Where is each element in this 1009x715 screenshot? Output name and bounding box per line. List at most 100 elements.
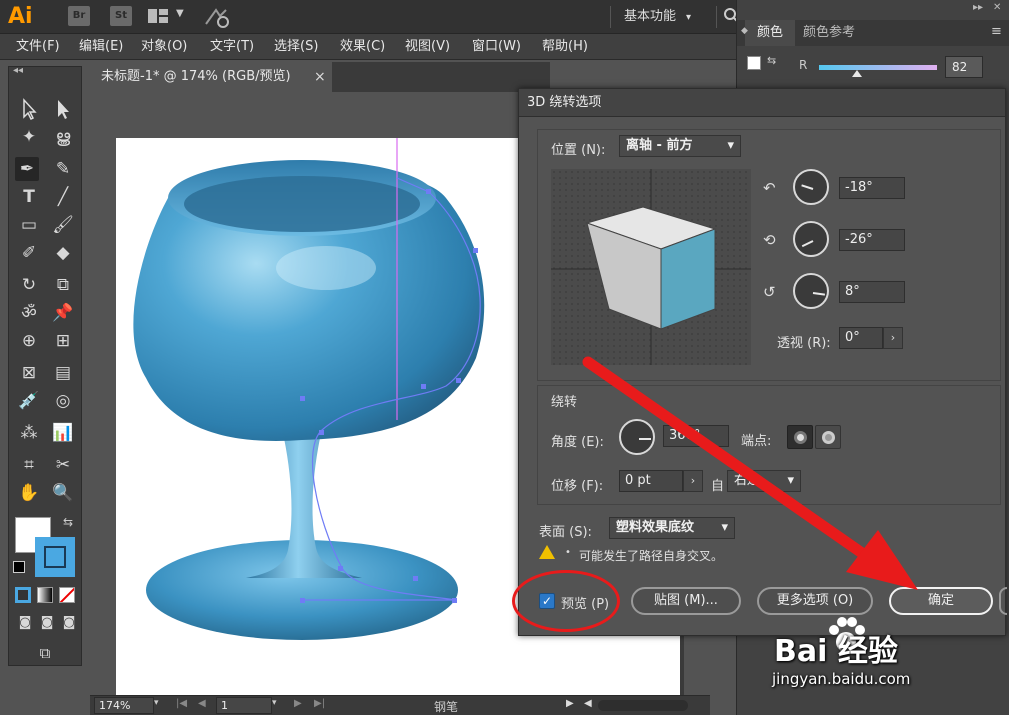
perspective-grid-tool-icon[interactable]: ⊞ — [51, 329, 75, 353]
arrange-documents-icon[interactable] — [148, 9, 172, 23]
curvature-tool-icon[interactable]: ✎ — [51, 157, 75, 181]
chevron-down-icon[interactable]: ▾ — [272, 698, 277, 708]
close-icon[interactable]: × — [314, 62, 326, 92]
offset-stepper[interactable]: › — [683, 470, 703, 492]
first-artboard-icon[interactable]: |◀ — [176, 698, 187, 709]
x-rotation-field[interactable]: -18° — [839, 177, 905, 199]
stroke-swatch[interactable] — [35, 537, 75, 577]
pen-tool-icon[interactable]: ✒ — [15, 157, 39, 181]
eraser-tool-icon[interactable]: ◆ — [51, 241, 75, 265]
menu-view[interactable]: 视图(V) — [405, 34, 450, 60]
rectangle-tool-icon[interactable]: ▭ — [17, 213, 41, 237]
slice-tool-icon[interactable]: ✂ — [51, 453, 75, 477]
document-tab[interactable]: 未标题-1* @ 174% (RGB/预览) × — [90, 62, 332, 92]
chevron-down-icon[interactable]: ▾ — [154, 698, 159, 708]
z-rotation-field[interactable]: 8° — [839, 281, 905, 303]
surface-dropdown[interactable]: 塑料效果底纹 ▾ — [609, 517, 735, 539]
none-mode-icon[interactable] — [59, 587, 75, 603]
angle-field[interactable]: 360° — [663, 425, 729, 447]
workspace-switcher[interactable]: 基本功能 ▾ — [616, 6, 710, 28]
zoom-field[interactable]: 174% — [94, 697, 154, 714]
collapse-panel-icon[interactable]: ◂◂ — [13, 65, 23, 76]
z-rotation-dial[interactable] — [793, 273, 829, 309]
bridge-button[interactable]: Br — [68, 6, 90, 26]
artboard-number-field[interactable]: 1 — [216, 697, 272, 714]
collapse-panel-icon[interactable]: ▸▸ — [973, 2, 983, 13]
menu-effect[interactable]: 效果(C) — [340, 34, 385, 60]
last-artboard-icon[interactable]: ▶| — [314, 698, 325, 709]
line-tool-icon[interactable]: ╱ — [51, 185, 75, 209]
zoom-value: 174% — [99, 699, 131, 712]
artboard-tool-icon[interactable]: ⌗ — [17, 453, 41, 477]
play-icon[interactable]: ▶ — [566, 698, 574, 709]
chevron-down-icon: ▾ — [787, 473, 794, 488]
magic-wand-tool-icon[interactable]: ✦ — [17, 125, 41, 149]
fill-stroke-mini-icon[interactable] — [747, 56, 761, 70]
tab-color-guide[interactable]: 颜色参考 — [803, 20, 855, 46]
draw-inside-icon[interactable]: ◙ — [57, 611, 81, 635]
rotate-tool-icon[interactable]: ↻ — [17, 273, 41, 297]
color-mode-icon[interactable] — [15, 587, 31, 603]
tab-color[interactable]: 颜色 — [745, 20, 795, 46]
scale-tool-icon[interactable]: ⧉ — [51, 273, 75, 297]
eyedropper-tool-icon[interactable]: 💉 — [17, 389, 41, 413]
prev-artboard-icon[interactable]: ◀ — [198, 698, 206, 709]
next-artboard-icon[interactable]: ▶ — [294, 698, 302, 709]
red-channel-value[interactable]: 82 — [945, 56, 983, 78]
close-panel-icon[interactable]: ✕ — [993, 2, 1001, 13]
perspective-stepper[interactable]: › — [883, 327, 903, 349]
mesh-tool-icon[interactable]: ⊠ — [17, 361, 41, 385]
menu-type[interactable]: 文字(T) — [210, 34, 254, 60]
menu-select[interactable]: 选择(S) — [274, 34, 318, 60]
y-rotation-dial[interactable] — [793, 221, 829, 257]
panel-menu-icon[interactable]: ≡ — [991, 24, 1002, 39]
warp-tool-icon[interactable]: ॐ — [17, 301, 41, 325]
direct-selection-tool-icon[interactable] — [51, 97, 75, 121]
shaper-tool-icon[interactable]: ✐ — [17, 241, 41, 265]
draw-normal-icon[interactable]: ◙ — [13, 611, 37, 635]
shape-builder-tool-icon[interactable]: ⊕ — [17, 329, 41, 353]
paintbrush-tool-icon[interactable]: 🖌 — [51, 213, 75, 237]
dialog-titlebar[interactable]: 3D 绕转选项 — [519, 89, 1005, 117]
menu-help[interactable]: 帮助(H) — [542, 34, 588, 60]
column-graph-tool-icon[interactable]: 📊 — [51, 421, 75, 445]
horizontal-scrollbar[interactable] — [598, 700, 688, 711]
angle-dial[interactable] — [619, 419, 655, 455]
cap-off-button[interactable] — [815, 425, 841, 449]
default-colors-icon[interactable] — [13, 561, 25, 573]
gradient-mode-icon[interactable] — [37, 587, 53, 603]
menu-window[interactable]: 窗口(W) — [472, 34, 521, 60]
red-channel-thumb[interactable] — [851, 70, 862, 77]
warning-icon — [539, 545, 555, 559]
zoom-tool-icon[interactable]: 🔍 — [51, 481, 75, 505]
menu-edit[interactable]: 编辑(E) — [79, 34, 123, 60]
draw-behind-icon[interactable]: ◙ — [35, 611, 59, 635]
cap-on-button[interactable] — [787, 425, 813, 449]
symbol-sprayer-tool-icon[interactable]: ⁂ — [17, 421, 41, 445]
gradient-tool-icon[interactable]: ▤ — [51, 361, 75, 385]
perspective-field[interactable]: 0° — [839, 327, 883, 349]
lasso-tool-icon[interactable]: ൠ — [51, 125, 75, 149]
selection-tool-icon[interactable] — [17, 97, 41, 121]
menu-object[interactable]: 对象(O) — [141, 34, 187, 60]
swap-icon[interactable]: ⇆ — [767, 54, 776, 67]
stock-button[interactable]: St — [110, 6, 132, 26]
blend-tool-icon[interactable]: ◎ — [51, 389, 75, 413]
type-tool-icon[interactable]: T — [17, 185, 41, 209]
position-dropdown[interactable]: 离轴 - 前方 ▾ — [619, 135, 741, 157]
x-rotation-dial[interactable] — [793, 169, 829, 205]
y-rotation-field[interactable]: -26° — [839, 229, 905, 251]
map-button[interactable]: 贴图 (M)... — [631, 587, 741, 615]
from-dropdown[interactable]: 右边 ▾ — [727, 470, 801, 492]
offset-field[interactable]: 0 pt — [619, 470, 683, 492]
red-channel-slider[interactable] — [819, 65, 937, 70]
chevron-down-icon[interactable]: ▼ — [176, 8, 184, 19]
menu-file[interactable]: 文件(F) — [16, 34, 60, 60]
gpu-performance-icon[interactable] — [204, 6, 230, 28]
screen-mode-icon[interactable]: ⧉ — [33, 641, 57, 665]
hand-tool-icon[interactable]: ✋ — [17, 481, 41, 505]
swap-fill-stroke-icon[interactable]: ⇆ — [63, 515, 73, 529]
rotation-track-cube[interactable] — [551, 169, 751, 365]
puppet-warp-tool-icon[interactable]: 📌 — [51, 301, 75, 325]
scroll-left-icon[interactable]: ◀ — [584, 698, 592, 709]
